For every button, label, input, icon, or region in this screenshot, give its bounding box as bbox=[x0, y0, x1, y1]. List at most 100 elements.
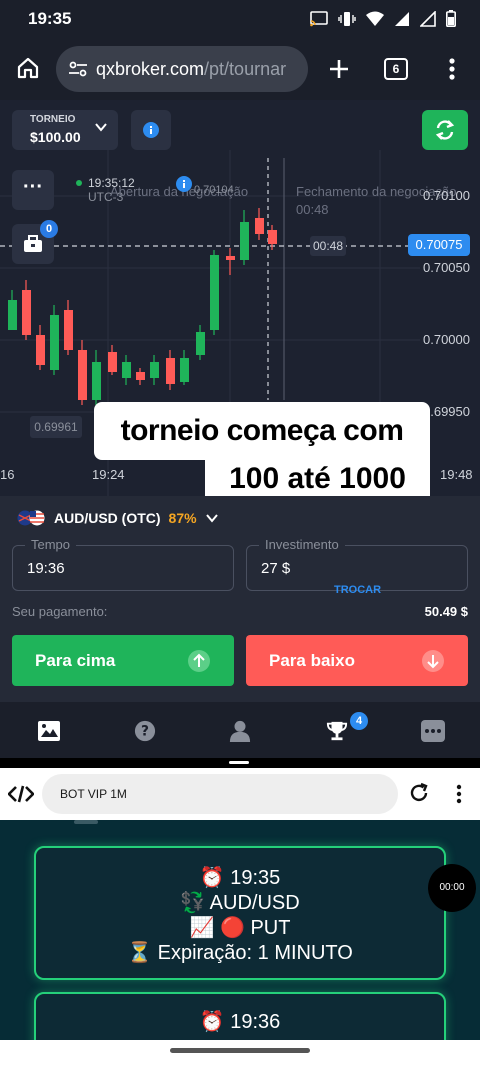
candle-body bbox=[122, 362, 131, 378]
candle-body bbox=[268, 230, 277, 244]
tab-switcher-button[interactable]: 6 bbox=[384, 58, 408, 80]
signal-expiration: ⏳ Expiração: 1 MINUTO bbox=[127, 942, 353, 964]
signal-icon bbox=[395, 11, 409, 26]
candle-body bbox=[240, 222, 249, 260]
signal-icon-2 bbox=[420, 10, 436, 27]
payout-label: Seu pagamento: bbox=[12, 604, 108, 619]
help-nav-icon[interactable]: ? bbox=[133, 720, 157, 742]
sell-down-label: Para baixo bbox=[269, 651, 355, 670]
time-field-value: 19:36 bbox=[27, 560, 65, 577]
system-navigation-bar bbox=[0, 1040, 480, 1066]
chart-nav-icon[interactable] bbox=[37, 720, 61, 742]
signal-direction: 📈 🔴 PUT bbox=[189, 917, 291, 939]
url-host: qxbroker.com bbox=[96, 58, 205, 79]
code-logo-icon bbox=[8, 785, 34, 803]
sell-down-button[interactable]: Para baixo bbox=[246, 635, 468, 686]
menu-icon[interactable] bbox=[448, 58, 456, 80]
expiry-time-badge: 00:48 bbox=[310, 236, 346, 256]
reload-icon[interactable] bbox=[408, 782, 430, 804]
price-tick: 0.70100 bbox=[423, 188, 470, 203]
vibrate-icon bbox=[338, 11, 356, 26]
asset-selector[interactable]: AUD/USD (OTC) 87% bbox=[16, 510, 219, 526]
home-indicator[interactable] bbox=[170, 1048, 310, 1053]
candle-body bbox=[78, 350, 87, 400]
candle-body bbox=[255, 218, 264, 234]
x-axis-label: 16 bbox=[0, 467, 15, 482]
buy-up-button[interactable]: Para cima bbox=[12, 635, 234, 686]
signal-time: ⏰ 19:35 bbox=[199, 867, 281, 889]
candle-body bbox=[166, 358, 175, 384]
candle-body bbox=[64, 310, 73, 350]
live-dot bbox=[76, 180, 82, 186]
tournament-balance: $100.00 bbox=[30, 129, 81, 145]
candle-body bbox=[210, 255, 219, 330]
info-marker-icon[interactable] bbox=[176, 176, 192, 192]
candle-body bbox=[8, 300, 17, 330]
x-axis-label: 19:48 bbox=[440, 467, 473, 482]
payout-value: 50.49 $ bbox=[424, 604, 468, 619]
status-icons bbox=[310, 10, 456, 27]
low-price-tag: 0.69961 bbox=[30, 416, 82, 438]
info-button[interactable] bbox=[131, 110, 171, 150]
battery-icon bbox=[446, 10, 456, 27]
trade-panel: AUD/USD (OTC) 87% Tempo 19:36 Investimen… bbox=[0, 496, 480, 702]
lower-address-bar[interactable]: BOT VIP 1M bbox=[42, 774, 398, 814]
candle-body bbox=[226, 256, 235, 260]
signal-pair: 💱 AUD/USD bbox=[180, 892, 300, 914]
chevron-down-icon bbox=[205, 514, 218, 523]
price-tick: 0.70050 bbox=[423, 260, 470, 275]
briefcase-icon bbox=[24, 235, 42, 252]
refresh-button[interactable] bbox=[422, 110, 468, 150]
tournament-label: TORNEIO bbox=[30, 114, 76, 125]
candle-body bbox=[136, 372, 145, 380]
browser-toolbar: qxbroker.com/pt/tournar 6 bbox=[0, 38, 480, 100]
signal-card: ⏰ 19:35 💱 AUD/USD 📈 🔴 PUT ⏳ Expiração: 1… bbox=[34, 846, 446, 980]
scroll-indicator bbox=[74, 820, 98, 824]
time-field[interactable]: Tempo 19:36 bbox=[12, 537, 234, 591]
status-time: 19:35 bbox=[28, 9, 72, 28]
more-options-button[interactable]: ··· bbox=[12, 170, 54, 210]
close-trade-time: 00:48 bbox=[296, 202, 329, 217]
chevron-down-icon bbox=[95, 123, 107, 132]
trophy-nav-icon[interactable] bbox=[325, 720, 349, 742]
wifi-icon bbox=[366, 11, 384, 26]
trophy-badge: 4 bbox=[350, 712, 368, 730]
svg-text:?: ? bbox=[141, 724, 149, 740]
info-icon bbox=[143, 122, 159, 138]
candle-body bbox=[50, 315, 59, 370]
candle-body bbox=[180, 358, 189, 382]
recording-timer[interactable]: 00:00 bbox=[428, 864, 476, 912]
bottom-navigation: ? 4 bbox=[0, 702, 480, 758]
new-tab-icon[interactable] bbox=[328, 58, 350, 80]
switch-link[interactable]: TROCAR bbox=[334, 584, 381, 596]
overlay-caption-line1: torneio começa com bbox=[94, 402, 430, 460]
lower-menu-icon[interactable] bbox=[455, 784, 463, 804]
site-settings-icon[interactable] bbox=[68, 60, 88, 78]
candle-body bbox=[196, 332, 205, 355]
more-nav-icon[interactable] bbox=[421, 720, 445, 742]
investment-field-label: Investimento bbox=[259, 537, 345, 552]
lower-browser-toolbar: BOT VIP 1M bbox=[0, 768, 480, 820]
arrow-up-icon bbox=[188, 650, 210, 672]
portfolio-count-badge: 0 bbox=[40, 220, 58, 238]
profile-nav-icon[interactable] bbox=[228, 720, 252, 742]
address-bar[interactable]: qxbroker.com/pt/tournar bbox=[56, 46, 308, 92]
investment-field-value: 27 $ bbox=[261, 560, 291, 577]
time-field-label: Tempo bbox=[25, 537, 77, 552]
status-bar: 19:35 bbox=[0, 0, 480, 38]
buy-up-label: Para cima bbox=[35, 651, 116, 670]
tournament-selector[interactable]: TORNEIO $100.00 bbox=[12, 110, 118, 150]
price-flag: 0.70104 bbox=[194, 184, 234, 196]
payout-percent: 87% bbox=[168, 510, 197, 526]
candle-body bbox=[150, 362, 159, 378]
signal-card: ⏰ 19:36 bbox=[34, 992, 446, 1040]
asset-name: AUD/USD (OTC) bbox=[54, 510, 161, 526]
flag-icon bbox=[17, 510, 45, 526]
candle-body bbox=[22, 290, 31, 335]
x-axis-label: 19:24 bbox=[92, 467, 125, 482]
home-icon[interactable] bbox=[16, 56, 40, 80]
signal-feed[interactable]: ⏰ 19:35 💱 AUD/USD 📈 🔴 PUT ⏳ Expiração: 1… bbox=[0, 820, 480, 1040]
candle-body bbox=[108, 352, 117, 372]
price-tick: 0.70000 bbox=[423, 332, 470, 347]
divider-handle[interactable] bbox=[229, 761, 249, 764]
